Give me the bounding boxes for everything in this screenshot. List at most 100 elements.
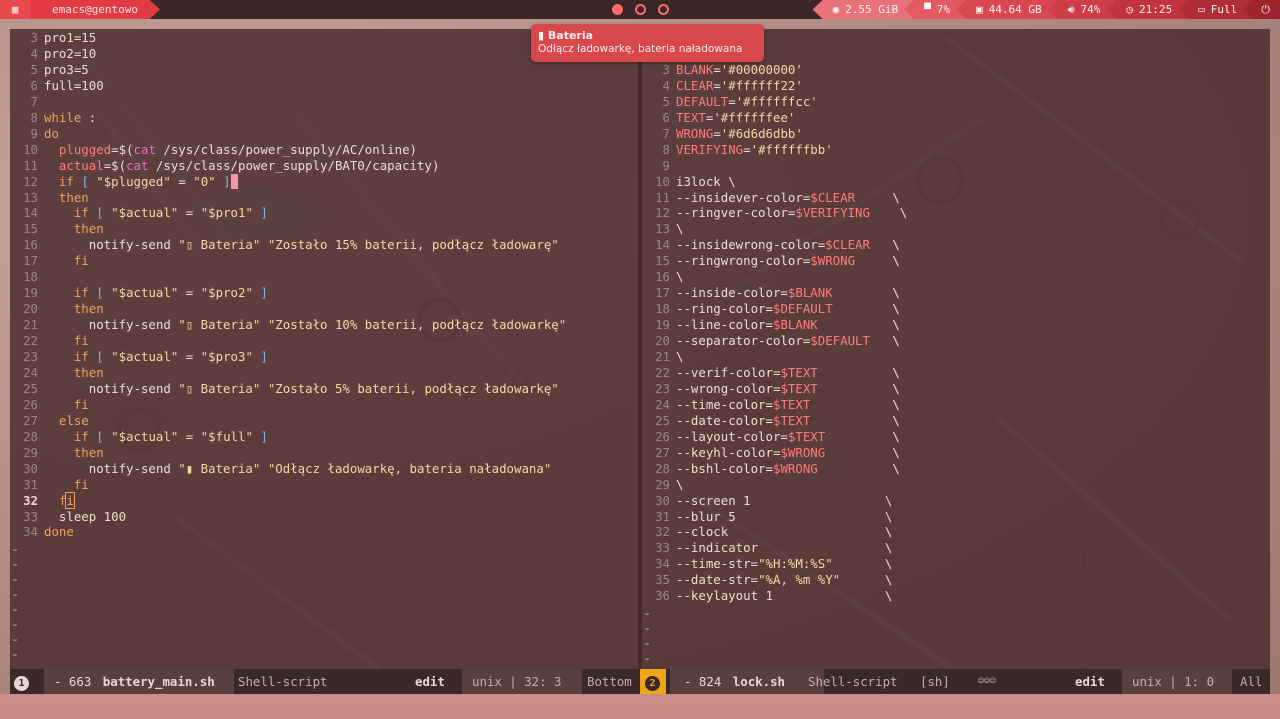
code-text: DEFAULT='#ffffffcc' xyxy=(676,94,818,109)
left-code-line[interactable]: 33 sleep 100 xyxy=(10,509,630,525)
right-code-line[interactable]: 27 --keyhl-color=$WRONG \ xyxy=(642,445,1262,461)
buffer-lock[interactable]: 1#!/bin/sh23BLANK='#00000000'4CLEAR='#ff… xyxy=(642,29,1270,669)
left-code-line[interactable]: 29 then xyxy=(10,445,630,461)
right-code-line[interactable]: 36 --keylayout 1 \ xyxy=(642,588,1262,604)
right-code-line[interactable]: 34 --time-str="%H:%M:%S" \ xyxy=(642,556,1262,572)
buffer-name-right[interactable]: lock.sh xyxy=(733,674,785,689)
buffer-name-left[interactable]: battery_main.sh xyxy=(103,674,215,689)
left-code-line[interactable]: 24 then xyxy=(10,365,630,381)
workspace-2-indicator[interactable] xyxy=(635,4,646,15)
right-code-line[interactable]: 13 \ xyxy=(642,221,1262,237)
left-code-line[interactable]: 7 xyxy=(10,94,630,110)
right-code-line[interactable]: 28 --bshl-color=$WRONG \ xyxy=(642,461,1262,477)
code-text: --date-str="%A, %m %Y" \ xyxy=(676,572,893,587)
right-code-line[interactable]: 4 CLEAR='#ffffff22' xyxy=(642,78,1262,94)
right-code-line[interactable]: 19 --line-color=$BLANK \ xyxy=(642,317,1262,333)
right-code-line[interactable]: 5 DEFAULT='#ffffffcc' xyxy=(642,94,1262,110)
right-code-line[interactable]: 15 --ringwrong-color=$WRONG \ xyxy=(642,253,1262,269)
line-number: 3 xyxy=(30,30,38,45)
minor-modes-right[interactable]: ☺☺☺ xyxy=(978,669,996,694)
left-code-line[interactable]: 30 notify-send "▮ Bateria" "Odłącz ładow… xyxy=(10,461,630,477)
left-code-line[interactable]: 6 full=100 xyxy=(10,78,630,94)
left-code-line[interactable]: 16 notify-send "▯ Bateria" "Zostało 15% … xyxy=(10,237,630,253)
left-code-line[interactable]: 27 else xyxy=(10,413,630,429)
right-code-line[interactable]: 22 --verif-color=$TEXT \ xyxy=(642,365,1262,381)
disk-value: 44.64 GB xyxy=(988,3,1042,16)
left-code-line[interactable]: 21 notify-send "▯ Bateria" "Zostało 10% … xyxy=(10,317,630,333)
right-code-line[interactable]: 17 --inside-color=$BLANK \ xyxy=(642,285,1262,301)
left-code-line[interactable]: 9 do xyxy=(10,126,630,142)
right-code-line[interactable]: 6 TEXT='#ffffffee' xyxy=(642,110,1262,126)
workspace-3-indicator[interactable] xyxy=(658,4,669,15)
right-code-line[interactable]: 31 --blur 5 \ xyxy=(642,509,1262,525)
left-code-line[interactable]: 17 fi xyxy=(10,253,630,269)
code-text: \ xyxy=(676,221,684,236)
right-code-line[interactable]: 9 xyxy=(642,158,1262,174)
volume-status[interactable]: 🔊︎ 74% xyxy=(1047,0,1117,19)
left-code-line[interactable]: 23 if [ "$actual" = "$pro3" ] xyxy=(10,349,630,365)
right-code-line[interactable]: 11 --insidever-color=$CLEAR \ xyxy=(642,190,1262,206)
left-code-line[interactable]: 28 if [ "$actual" = "$full" ] xyxy=(10,429,630,445)
right-code-line[interactable]: 26 --layout-color=$TEXT \ xyxy=(642,429,1262,445)
right-code-line[interactable]: 30 --screen 1 \ xyxy=(642,493,1262,509)
left-code-line[interactable]: 5 pro3=5 xyxy=(10,62,630,78)
buffer-size-right: - 824 xyxy=(684,674,722,689)
left-code-line[interactable]: 12 if [ "$plugged" = "0" ] xyxy=(10,174,630,190)
right-code-line[interactable]: 29 \ xyxy=(642,477,1262,493)
left-code-line[interactable]: 18 xyxy=(10,269,630,285)
battery-value: Full xyxy=(1210,3,1238,16)
right-code-line[interactable]: 12 --ringver-color=$VERIFYING \ xyxy=(642,205,1262,221)
code-text: --wrong-color=$TEXT \ xyxy=(676,381,900,396)
left-code-line[interactable]: 20 then xyxy=(10,301,630,317)
right-code-line[interactable]: 8 VERIFYING='#ffffffbb' xyxy=(642,142,1262,158)
line-number: 32 xyxy=(655,524,670,539)
right-code-line[interactable]: 33 --indicator \ xyxy=(642,540,1262,556)
right-code-line[interactable]: 24 --time-color=$TEXT \ xyxy=(642,397,1262,413)
right-code-line[interactable]: 35 --date-str="%A, %m %Y" \ xyxy=(642,572,1262,588)
notification-popup[interactable]: ▮ Bateria Odłącz ładowarkę, bateria nała… xyxy=(531,24,764,62)
left-code-line[interactable]: 31 fi xyxy=(10,477,630,493)
code-text: then xyxy=(73,221,104,236)
code-text: fi xyxy=(73,397,89,412)
left-code-line[interactable]: 19 if [ "$actual" = "$pro2" ] xyxy=(10,285,630,301)
buffer-battery-main[interactable]: 3 pro1=15 4 pro2=10 5 pro3=5 6 full=100 7 8 while … xyxy=(10,29,638,669)
left-code-line[interactable]: 25 notify-send "▯ Bateria" "Zostało 5% b… xyxy=(10,381,630,397)
left-code-line[interactable]: 10 plugged=$(cat /sys/class/power_supply… xyxy=(10,142,630,158)
left-code-line[interactable]: 22 fi xyxy=(10,333,630,349)
clock-icon: ◷ xyxy=(1126,3,1134,16)
cursor-position-right: unix | 1: 0 xyxy=(1122,669,1232,694)
left-code-line[interactable]: 26 fi xyxy=(10,397,630,413)
code-text: fi xyxy=(73,333,89,348)
right-code-line[interactable]: 25 --date-color=$TEXT \ xyxy=(642,413,1262,429)
clock-status[interactable]: ◷ 21:25 xyxy=(1106,0,1189,19)
right-code-line[interactable]: 20 --separator-color=$DEFAULT \ xyxy=(642,333,1262,349)
code-text: --time-color=$TEXT \ xyxy=(676,397,900,412)
left-code-line[interactable]: 8 while : xyxy=(10,110,630,126)
left-code-line[interactable]: 32 fi xyxy=(10,492,630,509)
left-code-line[interactable]: 34 done xyxy=(10,524,630,540)
right-code-line[interactable]: 21 \ xyxy=(642,349,1262,365)
grid-icon[interactable]: ▦ xyxy=(0,0,30,19)
workspace-1-indicator[interactable] xyxy=(612,4,623,15)
major-mode-right[interactable]: Shell-script xyxy=(808,669,898,694)
code-text: if [ "$actual" = "$full" ] xyxy=(73,429,268,444)
right-code-line[interactable]: 14 --insidewrong-color=$CLEAR \ xyxy=(642,237,1262,253)
right-code-line[interactable]: 18 --ring-color=$DEFAULT \ xyxy=(642,301,1262,317)
right-code-line[interactable]: 7 WRONG='#6d6d6dbb' xyxy=(642,126,1262,142)
right-code-line[interactable]: 3 BLANK='#00000000' xyxy=(642,62,1262,78)
desktop-strip xyxy=(0,694,1280,719)
right-code-line[interactable]: 23 --wrong-color=$TEXT \ xyxy=(642,381,1262,397)
left-code-line[interactable]: 14 if [ "$actual" = "$pro1" ] xyxy=(10,205,630,221)
left-code-line[interactable]: 15 then xyxy=(10,221,630,237)
code-text: --insidewrong-color=$CLEAR \ xyxy=(676,237,900,252)
major-mode-left[interactable]: Shell-script xyxy=(238,669,328,694)
battery-icon: ▭ xyxy=(1198,3,1205,16)
buffer-size-left: - 663 xyxy=(54,674,92,689)
right-code-line[interactable]: 32 --clock \ xyxy=(642,524,1262,540)
left-code-line[interactable]: 11 actual=$(cat /sys/class/power_supply/… xyxy=(10,158,630,174)
line-number: 17 xyxy=(23,253,38,268)
right-code-line[interactable]: 16 \ xyxy=(642,269,1262,285)
left-code-line[interactable]: 13 then xyxy=(10,190,630,206)
right-code-line[interactable]: 10 i3lock \ xyxy=(642,174,1262,190)
line-number: 12 xyxy=(23,174,38,189)
